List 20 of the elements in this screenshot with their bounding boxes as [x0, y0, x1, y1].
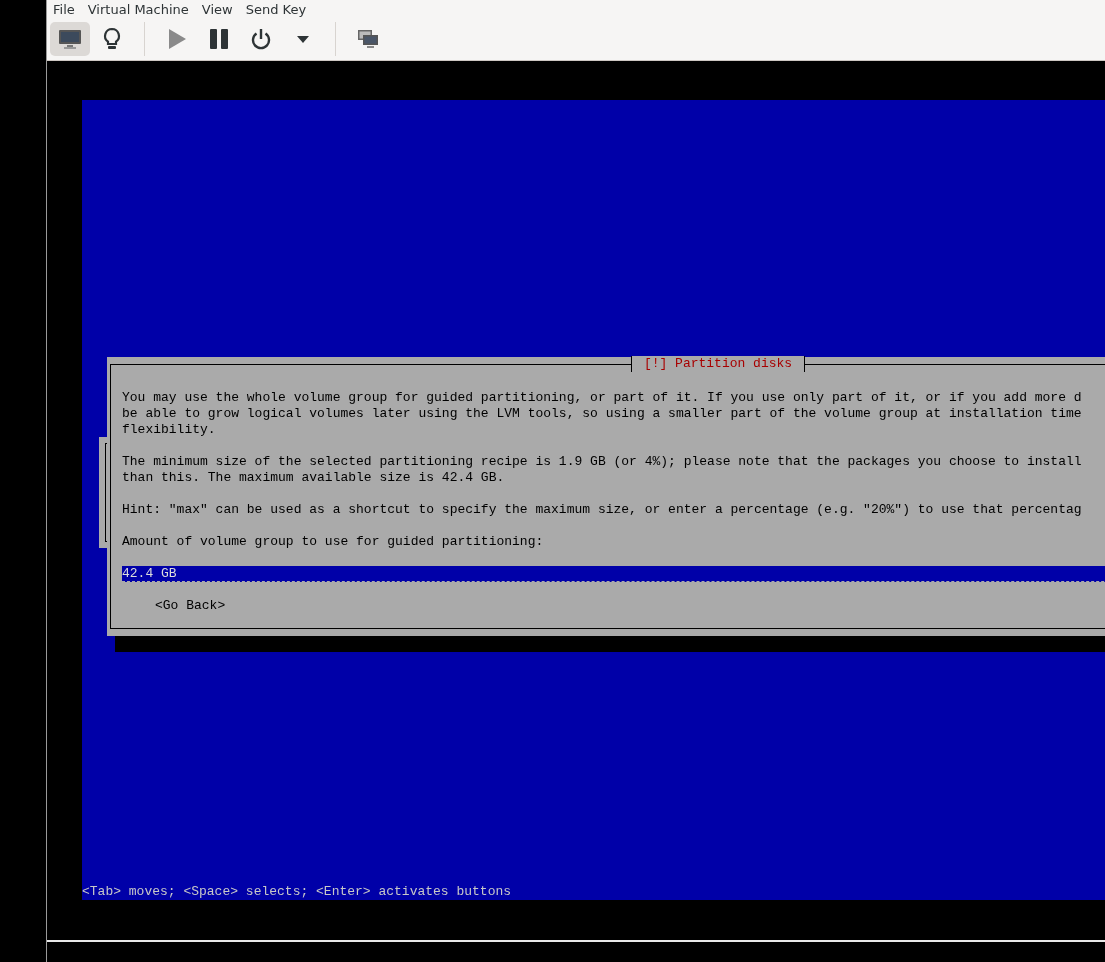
size-input-field[interactable]: 42.4 GB — [122, 566, 1105, 582]
play-icon — [167, 28, 187, 50]
pause-icon — [209, 28, 229, 50]
monitor-button[interactable] — [50, 22, 90, 56]
go-back-button[interactable]: <Go Back> — [155, 598, 226, 614]
menu-item[interactable]: File — [53, 1, 75, 17]
dialog-paragraph: Hint: "max" can be used as a shortcut to specify the maximum size, or enter a percentage (e.g. "20%") to use that percentag — [122, 502, 1083, 518]
lightbulb-icon — [102, 27, 122, 51]
dialog-paragraph: You may use the whole volume group for guided partitioning, or part of it. If you use only part of it, or if you add more d be able to grow logical volumes later using the LVM tools, so using a smaller part of the volume group at installation time flexibility. — [122, 390, 1083, 438]
help-text: <Tab> moves; <Space> selects; <Enter> activates buttons — [82, 884, 513, 900]
menu-item[interactable]: Send Key — [245, 1, 307, 17]
dialog-title: [!] Partition disks — [630, 356, 806, 372]
caret-icon — [297, 35, 309, 43]
menu-item[interactable]: View — [201, 1, 233, 17]
prompt-label: Amount of volume group to use for guided partitioning: — [122, 534, 545, 550]
power-icon — [250, 28, 272, 50]
monitor-icon — [58, 28, 82, 50]
menu-item[interactable]: Virtual Machine — [87, 1, 189, 17]
dialog-paragraph: The minimum size of the selected partitioning recipe is 1.9 GB (or 4%); please note that the packages you choose to install than this. The maximum available size is 42.4 GB. — [122, 454, 1083, 486]
screens-icon — [357, 29, 379, 49]
